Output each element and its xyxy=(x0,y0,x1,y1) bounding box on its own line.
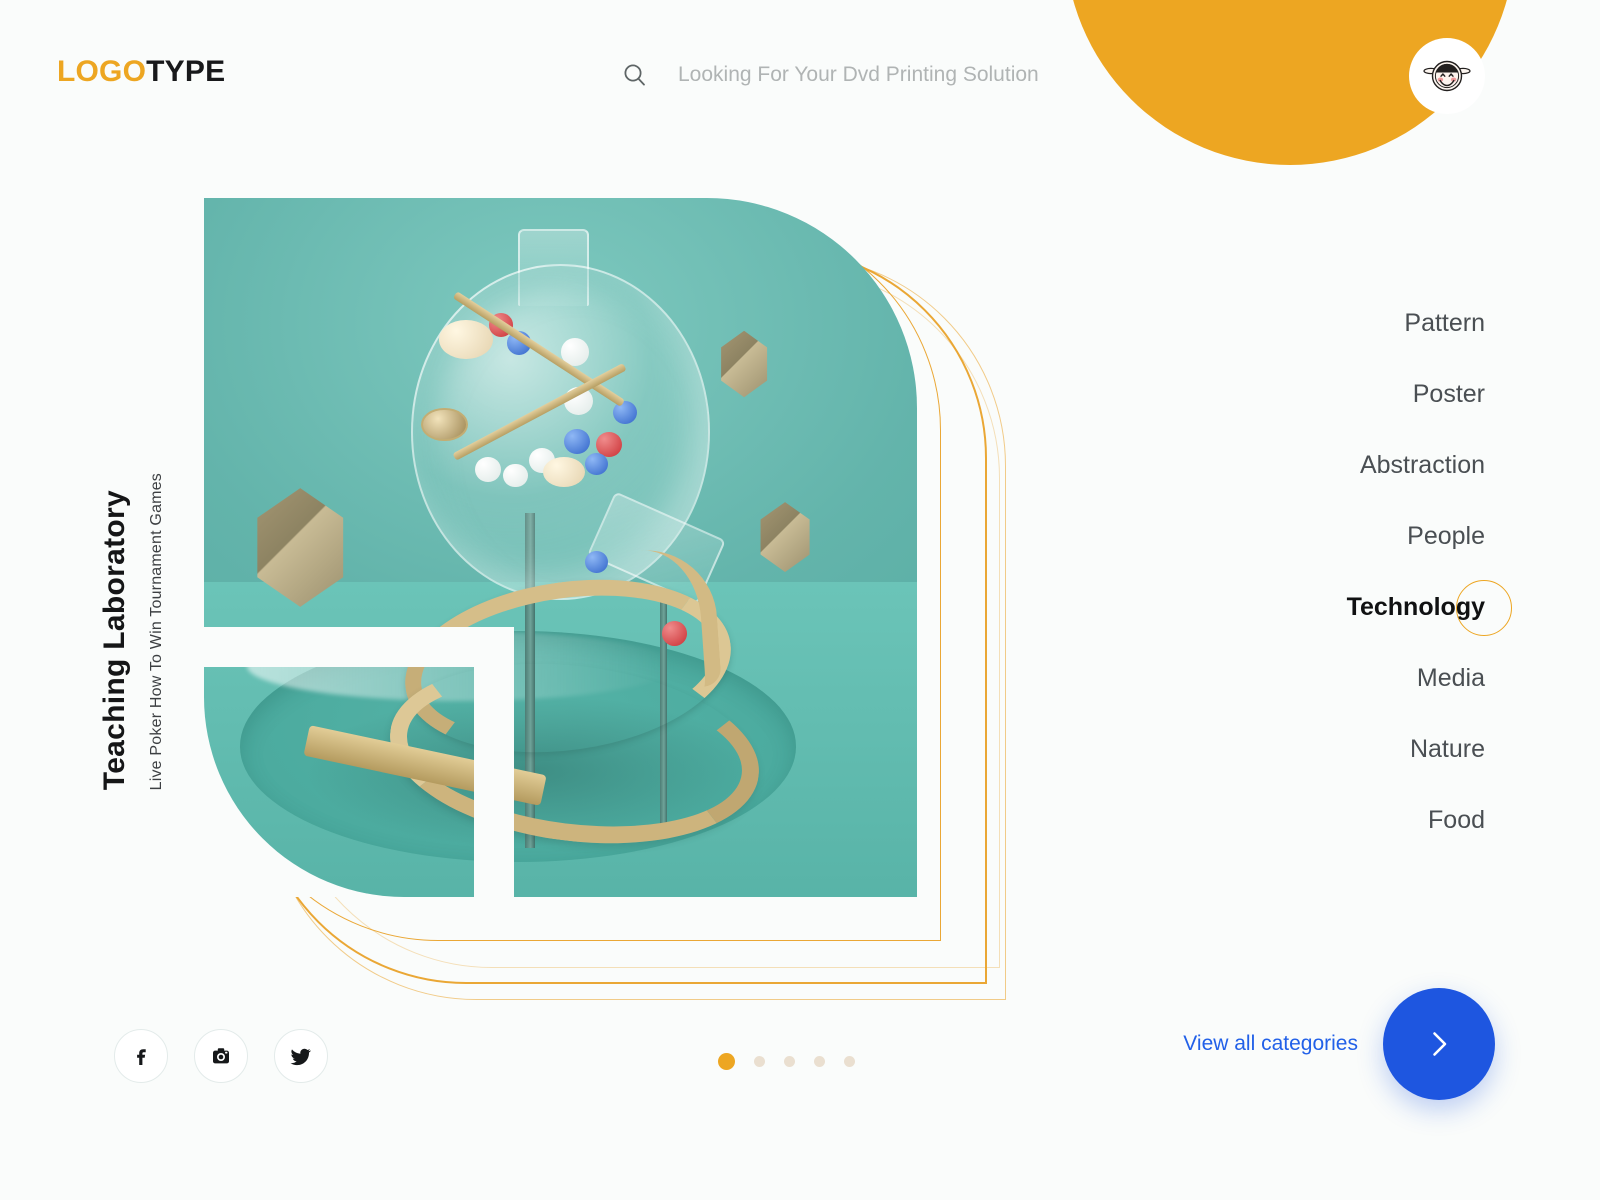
category-item-media[interactable]: Media xyxy=(1417,643,1485,714)
scene-ball xyxy=(564,428,590,454)
facebook-button[interactable] xyxy=(114,1029,168,1083)
carousel-dot-5[interactable] xyxy=(844,1056,855,1067)
logo-second-part: TYPE xyxy=(146,55,226,88)
facebook-icon xyxy=(137,1049,146,1065)
hero-image-card[interactable] xyxy=(204,198,917,897)
twitter-icon xyxy=(290,1048,312,1066)
instagram-icon xyxy=(213,1048,229,1064)
scene-ball xyxy=(503,463,528,488)
category-item-pattern[interactable]: Pattern xyxy=(1404,288,1485,359)
chevron-right-icon xyxy=(1433,1032,1447,1056)
search-input[interactable] xyxy=(678,63,1108,87)
page-title: Teaching Laboratory xyxy=(98,489,131,790)
view-all-categories-link[interactable]: View all categories xyxy=(1183,1032,1358,1056)
scene-polyhedron-right xyxy=(760,502,810,572)
category-item-abstraction[interactable]: Abstraction xyxy=(1360,430,1485,501)
twitter-button[interactable] xyxy=(274,1029,328,1083)
hero-vertical-titles: Teaching Laboratory Live Poker How To Wi… xyxy=(98,190,166,790)
carousel-dot-4[interactable] xyxy=(814,1056,825,1067)
scene-polyhedron-top-right xyxy=(721,330,768,398)
page-subtitle: Live Poker How To Win Tournament Games xyxy=(148,472,165,790)
search-bar[interactable] xyxy=(618,58,1108,92)
category-item-technology-label: Technology xyxy=(1346,593,1485,621)
logo-first-part: LOGO xyxy=(57,55,147,88)
category-item-technology[interactable]: Technology xyxy=(1346,572,1512,643)
scene-ball xyxy=(439,320,493,360)
social-links xyxy=(114,1029,328,1083)
category-item-people[interactable]: People xyxy=(1407,501,1485,572)
carousel-dot-2[interactable] xyxy=(754,1056,765,1067)
scene-stirrer-knob xyxy=(421,407,468,442)
carousel-dot-3[interactable] xyxy=(784,1056,795,1067)
page-header: LOGOTYPE xyxy=(0,0,1600,150)
category-item-poster[interactable]: Poster xyxy=(1413,359,1485,430)
category-list[interactable]: Pattern Poster Abstraction People Techno… xyxy=(1346,288,1512,856)
scene-ball xyxy=(474,456,501,482)
scene-ball xyxy=(584,550,608,574)
search-icon[interactable] xyxy=(618,58,652,92)
user-avatar-face-icon xyxy=(1423,60,1471,92)
logo[interactable]: LOGOTYPE xyxy=(57,55,225,89)
category-item-food[interactable]: Food xyxy=(1428,785,1485,856)
next-slide-button[interactable] xyxy=(1383,988,1495,1100)
carousel-dots[interactable] xyxy=(718,1053,855,1070)
avatar[interactable] xyxy=(1413,42,1481,110)
carousel-dot-1[interactable] xyxy=(718,1053,735,1070)
category-item-nature[interactable]: Nature xyxy=(1410,714,1485,785)
hero-image xyxy=(204,198,917,897)
instagram-button[interactable] xyxy=(194,1029,248,1083)
